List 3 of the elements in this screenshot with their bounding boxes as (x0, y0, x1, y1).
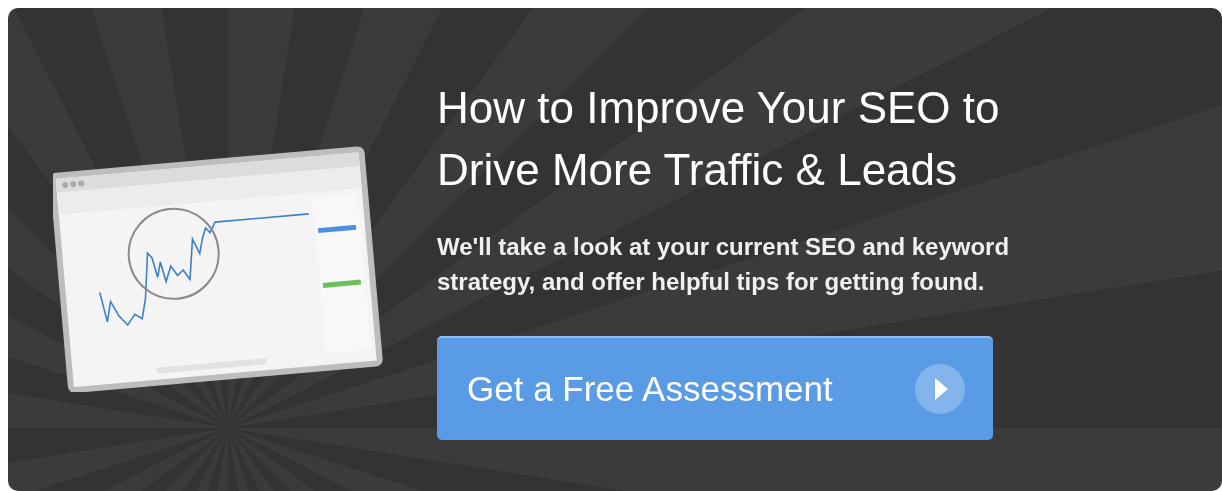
banner-description: We'll take a look at your current SEO and keyword strategy, and offer helpful tips for getting found. (437, 232, 1011, 297)
banner-title: How to Improve Your SEO to Drive More Traffic & Leads (437, 82, 1001, 196)
assessment-button[interactable]: Get a Free Assessment (437, 336, 993, 440)
